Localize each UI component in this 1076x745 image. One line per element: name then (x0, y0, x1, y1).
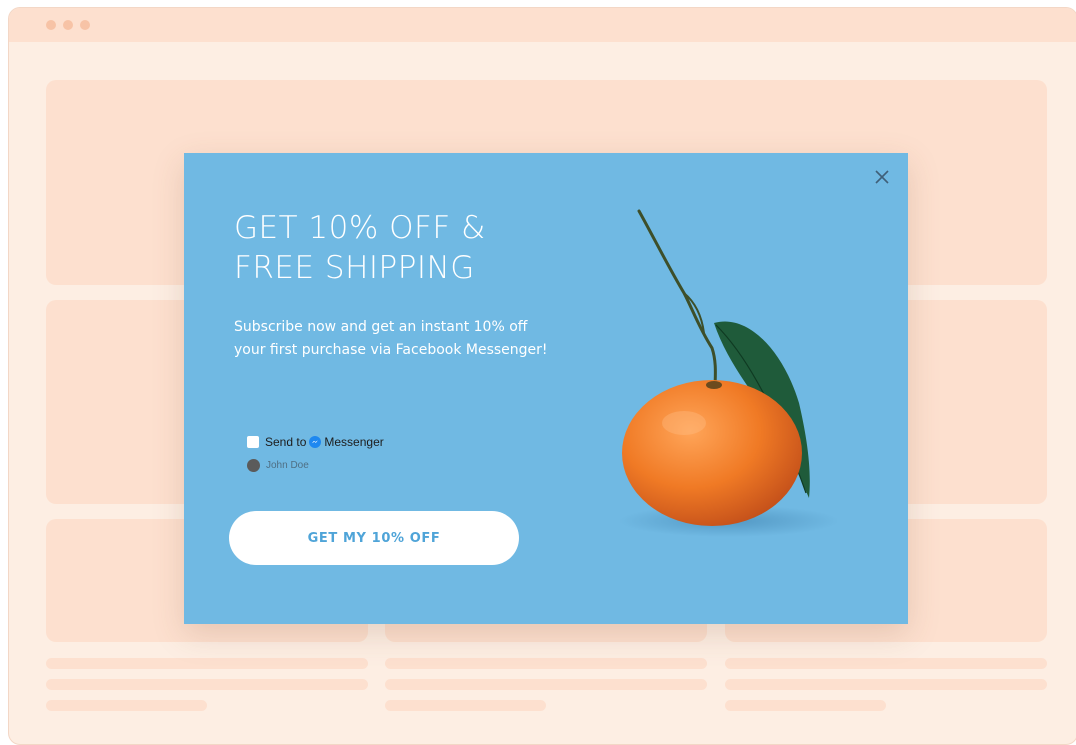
messenger-user: John Doe (247, 459, 309, 472)
send-to-messenger-checkbox[interactable] (247, 436, 259, 448)
messenger-icon (309, 436, 322, 448)
placeholder-line (725, 700, 886, 711)
user-name: John Doe (266, 460, 309, 471)
messenger-optin: Send to Messenger (247, 435, 384, 449)
placeholder-line (725, 679, 1047, 690)
popup-headline: GET 10% OFF & FREE SHIPPING (234, 208, 594, 288)
placeholder-line (725, 658, 1047, 669)
headline-line-1: GET 10% OFF & (234, 210, 486, 246)
placeholder-line (385, 700, 546, 711)
window-dot-maximize[interactable] (80, 20, 90, 30)
avatar (247, 459, 260, 472)
placeholder-line (46, 679, 368, 690)
headline-line-2: FREE SHIPPING (234, 250, 475, 286)
close-icon[interactable] (872, 167, 892, 187)
messenger-label: Messenger (324, 435, 384, 449)
browser-title-bar (9, 8, 1076, 42)
send-to-label: Send to (265, 435, 307, 449)
placeholder-line (46, 700, 207, 711)
popup-subtext: Subscribe now and get an instant 10% off… (234, 319, 548, 358)
placeholder-line (385, 679, 707, 690)
promo-popup: GET 10% OFF & FREE SHIPPING Subscribe no… (184, 153, 908, 624)
placeholder-line (385, 658, 707, 669)
get-discount-button[interactable]: GET MY 10% OFF (229, 511, 519, 565)
orange-image (619, 209, 839, 537)
window-dot-minimize[interactable] (63, 20, 73, 30)
window-dot-close[interactable] (46, 20, 56, 30)
placeholder-line (46, 658, 368, 669)
